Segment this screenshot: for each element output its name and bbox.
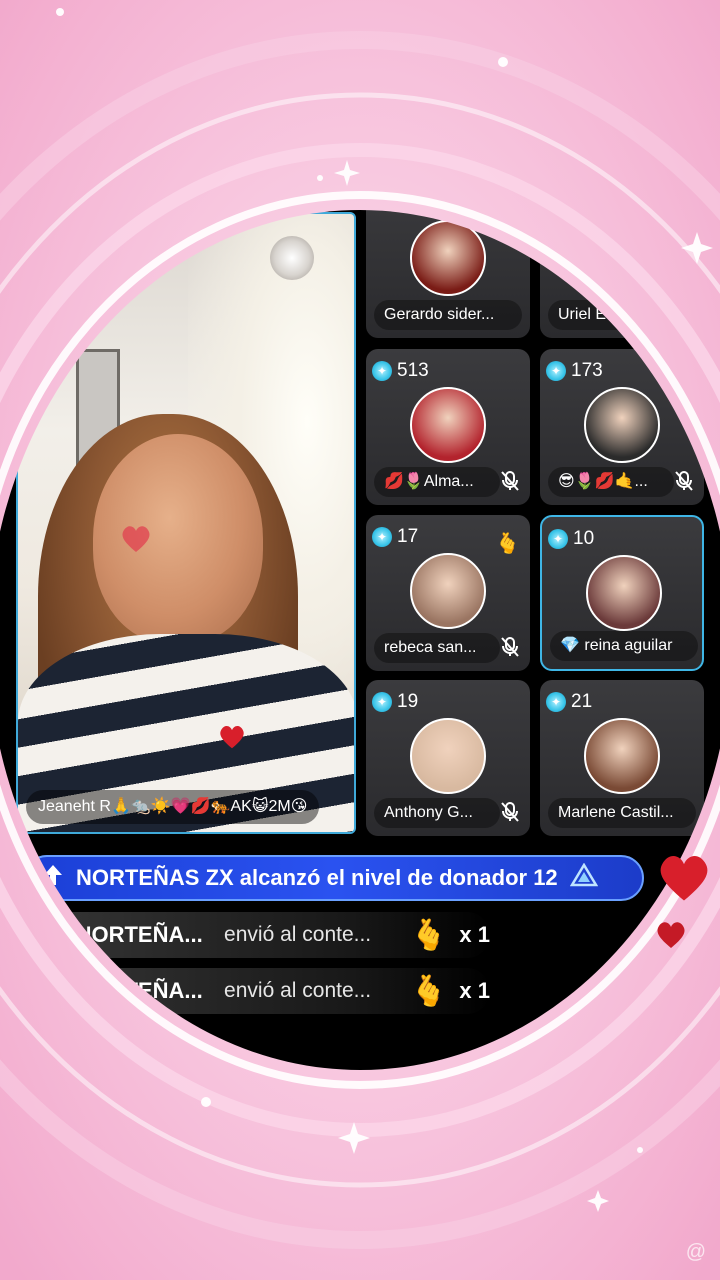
guest-tile[interactable]: ✦ 10 💎 reina aguilar <box>540 515 704 671</box>
gifter-avatar <box>34 917 70 953</box>
gem-icon: ✦ <box>546 361 566 381</box>
guest-avatar[interactable] <box>410 553 486 629</box>
guest-name-label: Anthony G... <box>374 798 500 828</box>
guest-name-label: 💋🌷Alma... <box>374 467 500 497</box>
guest-name-label: 😎🌷💋🤙... <box>548 467 674 497</box>
guest-name-label: 💎 reina aguilar <box>550 631 698 661</box>
guest-name-label: rebeca san... <box>374 633 500 663</box>
guest-name-label: Gerardo sider... <box>374 300 522 330</box>
heart-hand-icon: 🫰 <box>410 918 448 952</box>
mic-muted-icon[interactable] <box>672 469 696 493</box>
guest-score-value: 173 <box>571 360 603 381</box>
gift-action-text: envió al conte... <box>224 979 372 1002</box>
guest-score-value: 17 <box>397 526 419 547</box>
guest-tile[interactable]: ✦ 17 rebeca san... 🫰 <box>366 515 530 671</box>
guest-score: ✦ 17 <box>372 523 418 551</box>
mic-muted-icon[interactable] <box>498 469 522 493</box>
triangle-badge-icon <box>569 862 598 893</box>
host-face <box>93 434 263 644</box>
guest-tile[interactable]: ✦ 19 Anthony G... <box>366 680 530 836</box>
guest-score: ✦ 19 <box>372 688 418 716</box>
guest-score: ✦ 21 <box>546 688 592 716</box>
banner-text: NORTEÑAS ZX alcanzó el nivel de donador … <box>76 865 558 890</box>
gifter-name: NORTEÑA... <box>75 922 203 947</box>
gifter-avatar <box>34 973 70 1009</box>
guest-score-value: 513 <box>397 360 429 381</box>
gem-icon: ✦ <box>372 361 392 381</box>
guest-name-label: Uriel Estre... <box>548 300 696 330</box>
mic-muted-icon[interactable] <box>498 800 522 824</box>
donor-level-banner[interactable]: NORTEÑAS ZX alcanzó el nivel de donador … <box>24 855 644 901</box>
ceiling-light <box>270 236 314 280</box>
gifter-name: NORTEÑA... <box>75 978 203 1003</box>
guest-score-value: 10 <box>573 528 595 549</box>
floating-heart-icon <box>220 725 244 749</box>
floating-heart-icon <box>122 526 150 552</box>
floating-heart-icon <box>657 922 685 948</box>
guest-avatar[interactable] <box>584 220 660 296</box>
guest-tile[interactable]: ✦ 21 Marlene Castil... <box>540 680 704 836</box>
heart-hand-icon: 🫰 <box>495 533 520 555</box>
heart-hand-icon: 🫰 <box>410 974 448 1008</box>
watermark: @ <box>685 1241 706 1263</box>
gift-row[interactable]: NORTEÑA... envió al conte... 🫰 x 1 <box>30 912 490 958</box>
gem-icon: ✦ <box>372 527 392 547</box>
guest-score: ✦ 173 <box>546 357 603 385</box>
guest-avatar[interactable] <box>586 555 662 631</box>
floating-heart-icon <box>660 855 708 901</box>
gem-icon: ✦ <box>548 529 568 549</box>
live-stream-screen: Jeaneht R🙏🐀☀️💗💋🐅AK😺2M😘 Gerardo sider... U… <box>0 0 720 1280</box>
gift-row[interactable]: NORTEÑA... envió al conte... 🫰 x 1 <box>30 968 490 1014</box>
gift-count: x 1 <box>459 978 490 1003</box>
gift-count: x 1 <box>459 922 490 947</box>
guest-tile[interactable]: Gerardo sider... <box>366 182 530 338</box>
gem-icon: ✦ <box>546 692 566 712</box>
guest-name-label: Marlene Castil... <box>548 798 696 828</box>
host-video[interactable]: Jeaneht R🙏🐀☀️💗💋🐅AK😺2M😘 <box>16 212 356 834</box>
guest-tile[interactable]: ✦ 173 😎🌷💋🤙... <box>540 349 704 505</box>
guest-score: ✦ 513 <box>372 357 429 385</box>
arrow-up-icon <box>38 863 68 893</box>
guest-avatar[interactable] <box>410 387 486 463</box>
guest-score: ✦ 10 <box>548 525 594 553</box>
guest-avatar[interactable] <box>584 387 660 463</box>
guest-avatar[interactable] <box>410 220 486 296</box>
guest-avatar[interactable] <box>410 718 486 794</box>
mic-muted-icon[interactable] <box>498 635 522 659</box>
guest-avatar[interactable] <box>584 718 660 794</box>
guest-tile[interactable]: ✦ 513 💋🌷Alma... <box>366 349 530 505</box>
guest-tile[interactable]: Uriel Estre... <box>540 182 704 338</box>
gem-icon: ✦ <box>372 692 392 712</box>
guest-score-value: 19 <box>397 691 419 712</box>
gift-action-text: envió al conte... <box>224 923 372 946</box>
guest-score-value: 21 <box>571 691 593 712</box>
host-name-label[interactable]: Jeaneht R🙏🐀☀️💗💋🐅AK😺2M😘 <box>26 790 320 824</box>
